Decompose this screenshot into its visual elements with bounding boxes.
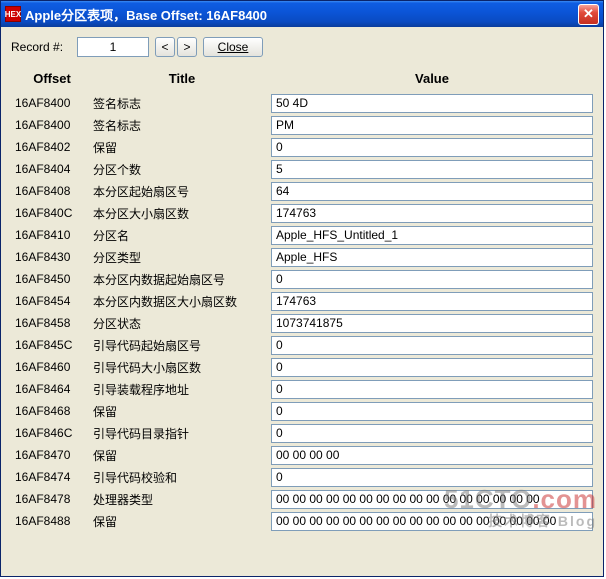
cell-title: 处理器类型 (93, 491, 271, 508)
table-row: 16AF8402保留 (11, 136, 593, 158)
data-rows: 16AF8400签名标志16AF8400签名标志16AF8402保留16AF84… (11, 92, 593, 532)
close-icon: ✕ (583, 6, 594, 22)
cell-title: 保留 (93, 447, 271, 464)
column-headers: Offset Title Value (11, 71, 593, 86)
cell-title: 本分区大小扇区数 (93, 205, 271, 222)
cell-value[interactable] (271, 204, 593, 223)
record-number-input[interactable] (77, 37, 149, 57)
cell-offset: 16AF8460 (11, 360, 93, 374)
client-area: Record #: < > Close Offset Title Value 1… (1, 27, 603, 532)
window-frame: HEX Apple分区表项，Base Offset: 16AF8400 ✕ Re… (0, 0, 604, 577)
table-row: 16AF8460引导代码大小扇区数 (11, 356, 593, 378)
cell-value[interactable] (271, 94, 593, 113)
cell-value[interactable] (271, 292, 593, 311)
watermark-line2: 技术博客 Blog (444, 514, 597, 528)
table-row: 16AF8454本分区内数据区大小扇区数 (11, 290, 593, 312)
table-row: 16AF8458分区状态 (11, 312, 593, 334)
cell-value[interactable] (271, 446, 593, 465)
cell-value[interactable] (271, 160, 593, 179)
table-row: 16AF8430分区类型 (11, 246, 593, 268)
cell-offset: 16AF8450 (11, 272, 93, 286)
cell-offset: 16AF840C (11, 206, 93, 220)
cell-title: 本分区内数据起始扇区号 (93, 271, 271, 288)
table-row: 16AF8400签名标志 (11, 92, 593, 114)
prev-record-button[interactable]: < (155, 37, 175, 57)
cell-offset: 16AF8402 (11, 140, 93, 154)
cell-value[interactable] (271, 248, 593, 267)
cell-offset: 16AF8454 (11, 294, 93, 308)
cell-value[interactable] (271, 182, 593, 201)
cell-offset: 16AF846C (11, 426, 93, 440)
cell-value[interactable] (271, 358, 593, 377)
cell-value[interactable] (271, 380, 593, 399)
cell-offset: 16AF8458 (11, 316, 93, 330)
table-row: 16AF8468保留 (11, 400, 593, 422)
cell-title: 保留 (93, 403, 271, 420)
cell-offset: 16AF8478 (11, 492, 93, 506)
cell-value[interactable] (271, 314, 593, 333)
cell-value[interactable] (271, 116, 593, 135)
table-row: 16AF845C引导代码起始扇区号 (11, 334, 593, 356)
cell-offset: 16AF8464 (11, 382, 93, 396)
cell-value[interactable] (271, 402, 593, 421)
cell-title: 分区个数 (93, 161, 271, 178)
table-row: 16AF8400签名标志 (11, 114, 593, 136)
cell-offset: 16AF8400 (11, 118, 93, 132)
next-record-button[interactable]: > (177, 37, 197, 57)
table-row: 16AF8450本分区内数据起始扇区号 (11, 268, 593, 290)
cell-title: 保留 (93, 513, 271, 530)
table-row: 16AF8404分区个数 (11, 158, 593, 180)
cell-offset: 16AF8468 (11, 404, 93, 418)
cell-offset: 16AF8404 (11, 162, 93, 176)
close-button[interactable]: Close (203, 37, 263, 57)
cell-value[interactable] (271, 424, 593, 443)
cell-offset: 16AF8488 (11, 514, 93, 528)
header-title: Title (93, 71, 271, 86)
table-row: 16AF8464引导装载程序地址 (11, 378, 593, 400)
cell-value[interactable] (271, 336, 593, 355)
window-close-button[interactable]: ✕ (578, 4, 599, 25)
window-title: Apple分区表项，Base Offset: 16AF8400 (25, 5, 578, 24)
app-icon: HEX (5, 6, 21, 22)
record-toolbar: Record #: < > Close (11, 37, 593, 57)
cell-title: 引导代码大小扇区数 (93, 359, 271, 376)
header-offset: Offset (11, 71, 93, 86)
titlebar[interactable]: HEX Apple分区表项，Base Offset: 16AF8400 ✕ (1, 1, 603, 27)
cell-title: 签名标志 (93, 117, 271, 134)
cell-title: 引导装载程序地址 (93, 381, 271, 398)
watermark-line1: 51CTO.com (444, 486, 597, 512)
cell-title: 保留 (93, 139, 271, 156)
cell-offset: 16AF8400 (11, 96, 93, 110)
cell-offset: 16AF845C (11, 338, 93, 352)
cell-value[interactable] (271, 270, 593, 289)
cell-title: 引导代码目录指针 (93, 425, 271, 442)
table-row: 16AF840C本分区大小扇区数 (11, 202, 593, 224)
cell-title: 本分区内数据区大小扇区数 (93, 293, 271, 310)
cell-title: 分区状态 (93, 315, 271, 332)
cell-value[interactable] (271, 138, 593, 157)
table-row: 16AF8470保留 (11, 444, 593, 466)
table-row: 16AF8408本分区起始扇区号 (11, 180, 593, 202)
cell-offset: 16AF8470 (11, 448, 93, 462)
cell-offset: 16AF8474 (11, 470, 93, 484)
cell-title: 分区类型 (93, 249, 271, 266)
cell-value[interactable] (271, 226, 593, 245)
cell-offset: 16AF8408 (11, 184, 93, 198)
header-value: Value (271, 71, 593, 86)
cell-title: 引导代码校验和 (93, 469, 271, 486)
cell-title: 引导代码起始扇区号 (93, 337, 271, 354)
cell-offset: 16AF8410 (11, 228, 93, 242)
table-row: 16AF846C引导代码目录指针 (11, 422, 593, 444)
watermark: 51CTO.com 技术博客 Blog (444, 486, 597, 528)
nav-button-group: < > (155, 37, 197, 57)
cell-title: 分区名 (93, 227, 271, 244)
cell-title: 本分区起始扇区号 (93, 183, 271, 200)
table-row: 16AF8410分区名 (11, 224, 593, 246)
cell-title: 签名标志 (93, 95, 271, 112)
cell-offset: 16AF8430 (11, 250, 93, 264)
record-label: Record #: (11, 40, 71, 54)
